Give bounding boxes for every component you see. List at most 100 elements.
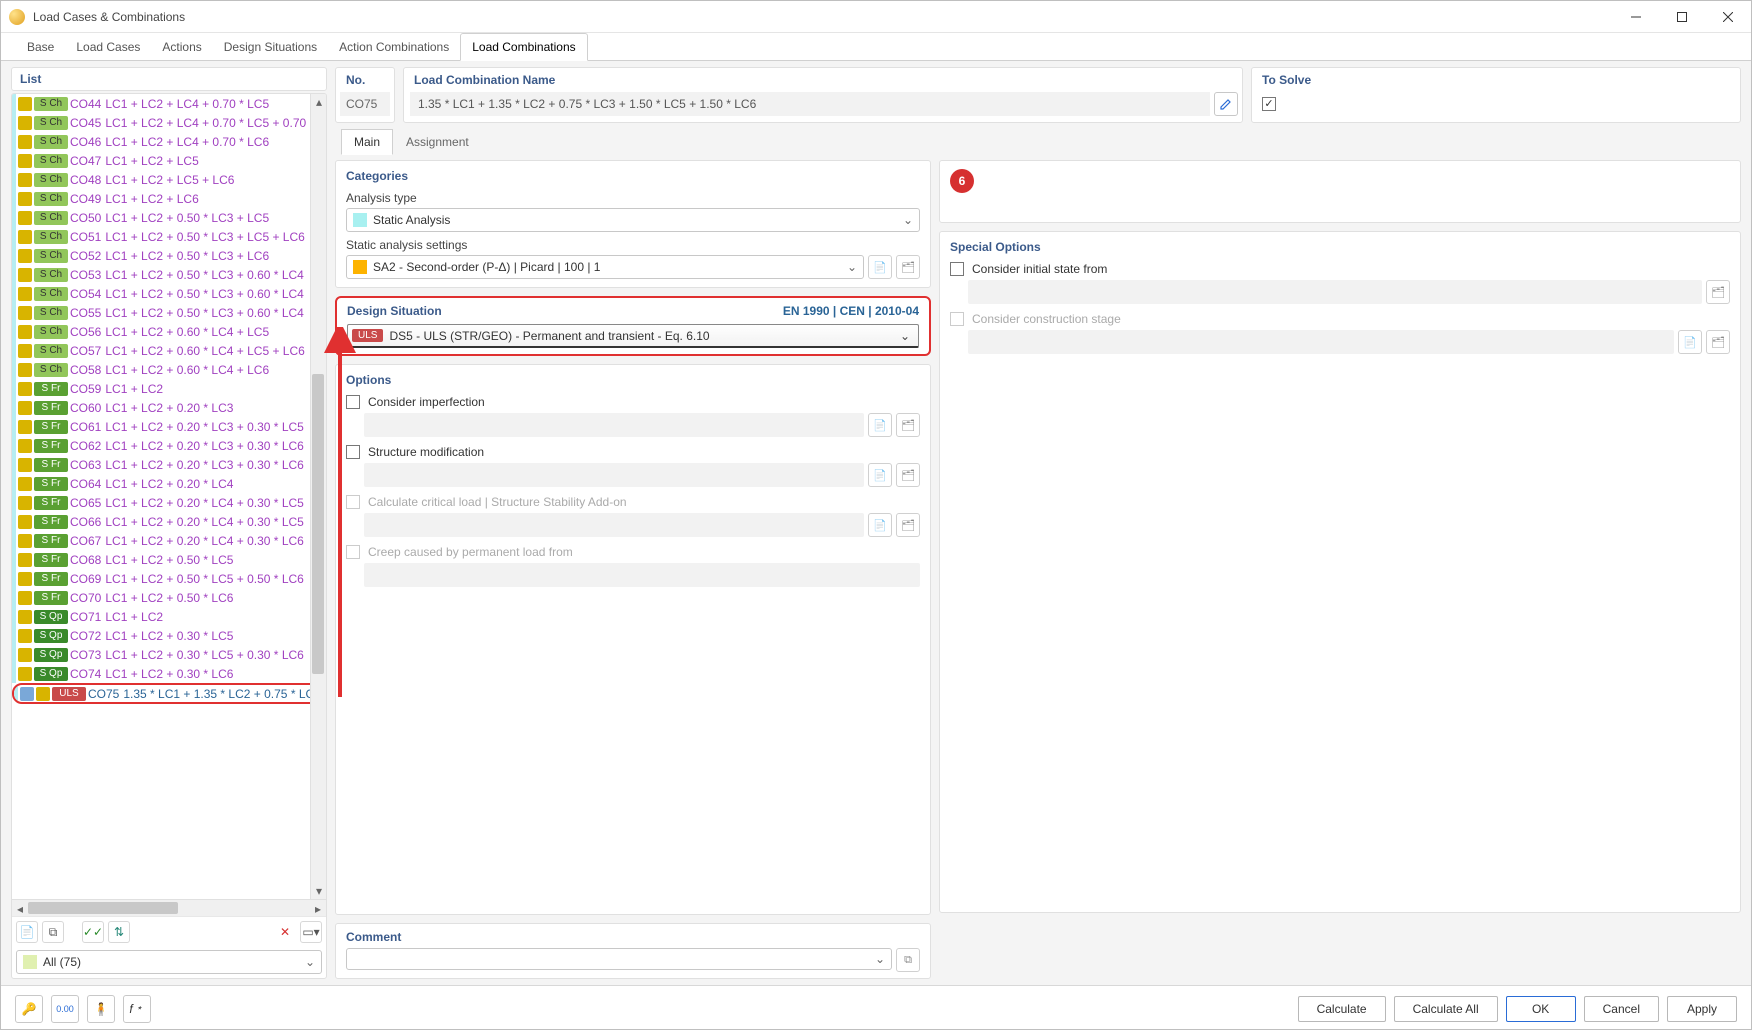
list-item[interactable]: S ChCO52LC1 + LC2 + 0.50 * LC3 + LC6 [12,246,326,265]
apply-button[interactable]: Apply [1667,996,1737,1022]
imperfection-lib-button[interactable]: 🗂 [896,413,920,437]
analysis-type-select[interactable]: Static Analysis ⌄ [346,208,920,232]
combination-id: CO73 [70,648,101,662]
imperfection-new-button[interactable]: 📄 [868,413,892,437]
list-item[interactable]: S FrCO68LC1 + LC2 + 0.50 * LC5 [12,550,326,569]
scroll-thumb[interactable] [312,374,324,674]
list-item[interactable]: S QpCO72LC1 + LC2 + 0.30 * LC5 [12,626,326,645]
cancel-button[interactable]: Cancel [1584,996,1659,1022]
settings-lib-button[interactable]: 🗂 [896,255,920,279]
delete-button[interactable]: ✕ [274,921,296,943]
list-filter-select[interactable]: All (75) ⌄ [16,950,322,974]
tree-button[interactable]: ⇅ [108,921,130,943]
combination-formula: LC1 + LC2 + 0.20 * LC4 + 0.30 * LC6 [105,534,303,548]
list-item[interactable]: S FrCO67LC1 + LC2 + 0.20 * LC4 + 0.30 * … [12,531,326,550]
initial-state-checkbox[interactable] [950,262,964,276]
list-item[interactable]: S ChCO54LC1 + LC2 + 0.50 * LC3 + 0.60 * … [12,284,326,303]
list-item[interactable]: S QpCO74LC1 + LC2 + 0.30 * LC6 [12,664,326,683]
list-item[interactable]: S ChCO48LC1 + LC2 + LC5 + LC6 [12,170,326,189]
list-item[interactable]: S FrCO59LC1 + LC2 [12,379,326,398]
calculate-button[interactable]: Calculate [1298,996,1386,1022]
list-item[interactable]: S ChCO51LC1 + LC2 + 0.50 * LC3 + LC5 + L… [12,227,326,246]
ok-button[interactable]: OK [1506,996,1576,1022]
list-item[interactable]: S ChCO53LC1 + LC2 + 0.50 * LC3 + 0.60 * … [12,265,326,284]
combination-formula: LC1 + LC2 [105,610,163,624]
combination-id: CO51 [70,230,101,244]
new-item-button[interactable]: 📄 [16,921,38,943]
toggle-view-button[interactable]: ▭▾ [300,921,322,943]
tab-action-combinations[interactable]: Action Combinations [328,34,460,60]
structure-mod-new-button[interactable]: 📄 [868,463,892,487]
settings-select[interactable]: SA2 - Second-order (P-Δ) | Picard | 100 … [346,255,864,279]
subtab-assignment[interactable]: Assignment [393,129,482,155]
close-button[interactable] [1705,1,1751,33]
name-input[interactable]: 1.35 * LC1 + 1.35 * LC2 + 0.75 * LC3 + 1… [410,92,1210,116]
list-item[interactable]: ULSCO751.35 * LC1 + 1.35 * LC2 + 0.75 * … [12,683,326,704]
structure-mod-lib-button[interactable]: 🗂 [896,463,920,487]
list-item[interactable]: S FrCO66LC1 + LC2 + 0.20 * LC4 + 0.30 * … [12,512,326,531]
minimize-button[interactable] [1613,1,1659,33]
tab-load-cases[interactable]: Load Cases [65,34,151,60]
list-item[interactable]: S FrCO69LC1 + LC2 + 0.50 * LC5 + 0.50 * … [12,569,326,588]
category-tag: S Ch [34,230,68,244]
list-item[interactable]: S QpCO73LC1 + LC2 + 0.30 * LC5 + 0.30 * … [12,645,326,664]
combination-formula: LC1 + LC2 [105,382,163,396]
list-item[interactable]: S FrCO70LC1 + LC2 + 0.50 * LC6 [12,588,326,607]
footer: 🔑 0.00 🧍 f﹡ Calculate Calculate All OK C… [1,985,1751,1030]
scroll-up-arrow[interactable]: ▴ [311,94,326,110]
load-combination-list[interactable]: S ChCO44LC1 + LC2 + LC4 + 0.70 * LC5S Ch… [12,94,326,899]
list-item[interactable]: S ChCO46LC1 + LC2 + LC4 + 0.70 * LC6 [12,132,326,151]
list-item[interactable]: S FrCO63LC1 + LC2 + 0.20 * LC3 + 0.30 * … [12,455,326,474]
structure-mod-checkbox[interactable] [346,445,360,459]
critical-load-lib-button: 🗂 [896,513,920,537]
formula-button[interactable]: f﹡ [123,995,151,1023]
list-item[interactable]: S ChCO44LC1 + LC2 + LC4 + 0.70 * LC5 [12,94,326,113]
combination-id: CO61 [70,420,101,434]
imperfection-checkbox[interactable] [346,395,360,409]
vertical-scrollbar[interactable]: ▴ ▾ [310,94,326,899]
category-tag: S Fr [34,401,68,415]
list-item[interactable]: S ChCO55LC1 + LC2 + 0.50 * LC3 + 0.60 * … [12,303,326,322]
settings-new-button[interactable]: 📄 [868,255,892,279]
subtab-main[interactable]: Main [341,129,393,155]
units-button[interactable]: 0.00 [51,995,79,1023]
maximize-button[interactable] [1659,1,1705,33]
list-item[interactable]: S FrCO60LC1 + LC2 + 0.20 * LC3 [12,398,326,417]
list-item[interactable]: S FrCO65LC1 + LC2 + 0.20 * LC4 + 0.30 * … [12,493,326,512]
calculate-all-button[interactable]: Calculate All [1394,996,1498,1022]
tab-actions[interactable]: Actions [151,34,212,60]
hscroll-thumb[interactable] [28,902,178,914]
scroll-right-arrow[interactable]: ▸ [310,900,326,917]
list-item[interactable]: S ChCO47LC1 + LC2 + LC5 [12,151,326,170]
comment-copy-button[interactable]: ⧉ [896,948,920,972]
list-item[interactable]: S ChCO56LC1 + LC2 + 0.60 * LC4 + LC5 [12,322,326,341]
check-button[interactable]: ✓✓ [82,921,104,943]
list-item[interactable]: S FrCO62LC1 + LC2 + 0.20 * LC3 + 0.30 * … [12,436,326,455]
list-item[interactable]: S FrCO61LC1 + LC2 + 0.20 * LC3 + 0.30 * … [12,417,326,436]
scroll-left-arrow[interactable]: ◂ [12,900,28,917]
scroll-down-arrow[interactable]: ▾ [311,883,326,899]
tab-base[interactable]: Base [16,34,65,60]
initial-state-lib-button[interactable]: 🗂 [1706,280,1730,304]
filter-icon [23,955,37,969]
category-tag: S Fr [34,572,68,586]
design-situation-select[interactable]: ULS DS5 - ULS (STR/GEO) - Permanent and … [347,324,919,348]
comment-input[interactable]: ⌄ [346,948,892,970]
edit-name-button[interactable] [1214,92,1238,116]
copy-item-button[interactable]: ⧉ [42,921,64,943]
help-button[interactable]: 🔑 [15,995,43,1023]
info-button[interactable]: 🧍 [87,995,115,1023]
combination-id: CO59 [70,382,101,396]
combination-id: CO53 [70,268,101,282]
list-item[interactable]: S ChCO45LC1 + LC2 + LC4 + 0.70 * LC5 + 0… [12,113,326,132]
to-solve-checkbox[interactable] [1262,97,1276,111]
list-item[interactable]: S ChCO58LC1 + LC2 + 0.60 * LC4 + LC6 [12,360,326,379]
horizontal-scrollbar[interactable]: ◂ ▸ [12,899,326,916]
tab-design-situations[interactable]: Design Situations [213,34,328,60]
list-item[interactable]: S ChCO49LC1 + LC2 + LC6 [12,189,326,208]
list-item[interactable]: S QpCO71LC1 + LC2 [12,607,326,626]
tab-load-combinations[interactable]: Load Combinations [460,33,587,61]
list-item[interactable]: S ChCO50LC1 + LC2 + 0.50 * LC3 + LC5 [12,208,326,227]
list-item[interactable]: S ChCO57LC1 + LC2 + 0.60 * LC4 + LC5 + L… [12,341,326,360]
list-item[interactable]: S FrCO64LC1 + LC2 + 0.20 * LC4 [12,474,326,493]
